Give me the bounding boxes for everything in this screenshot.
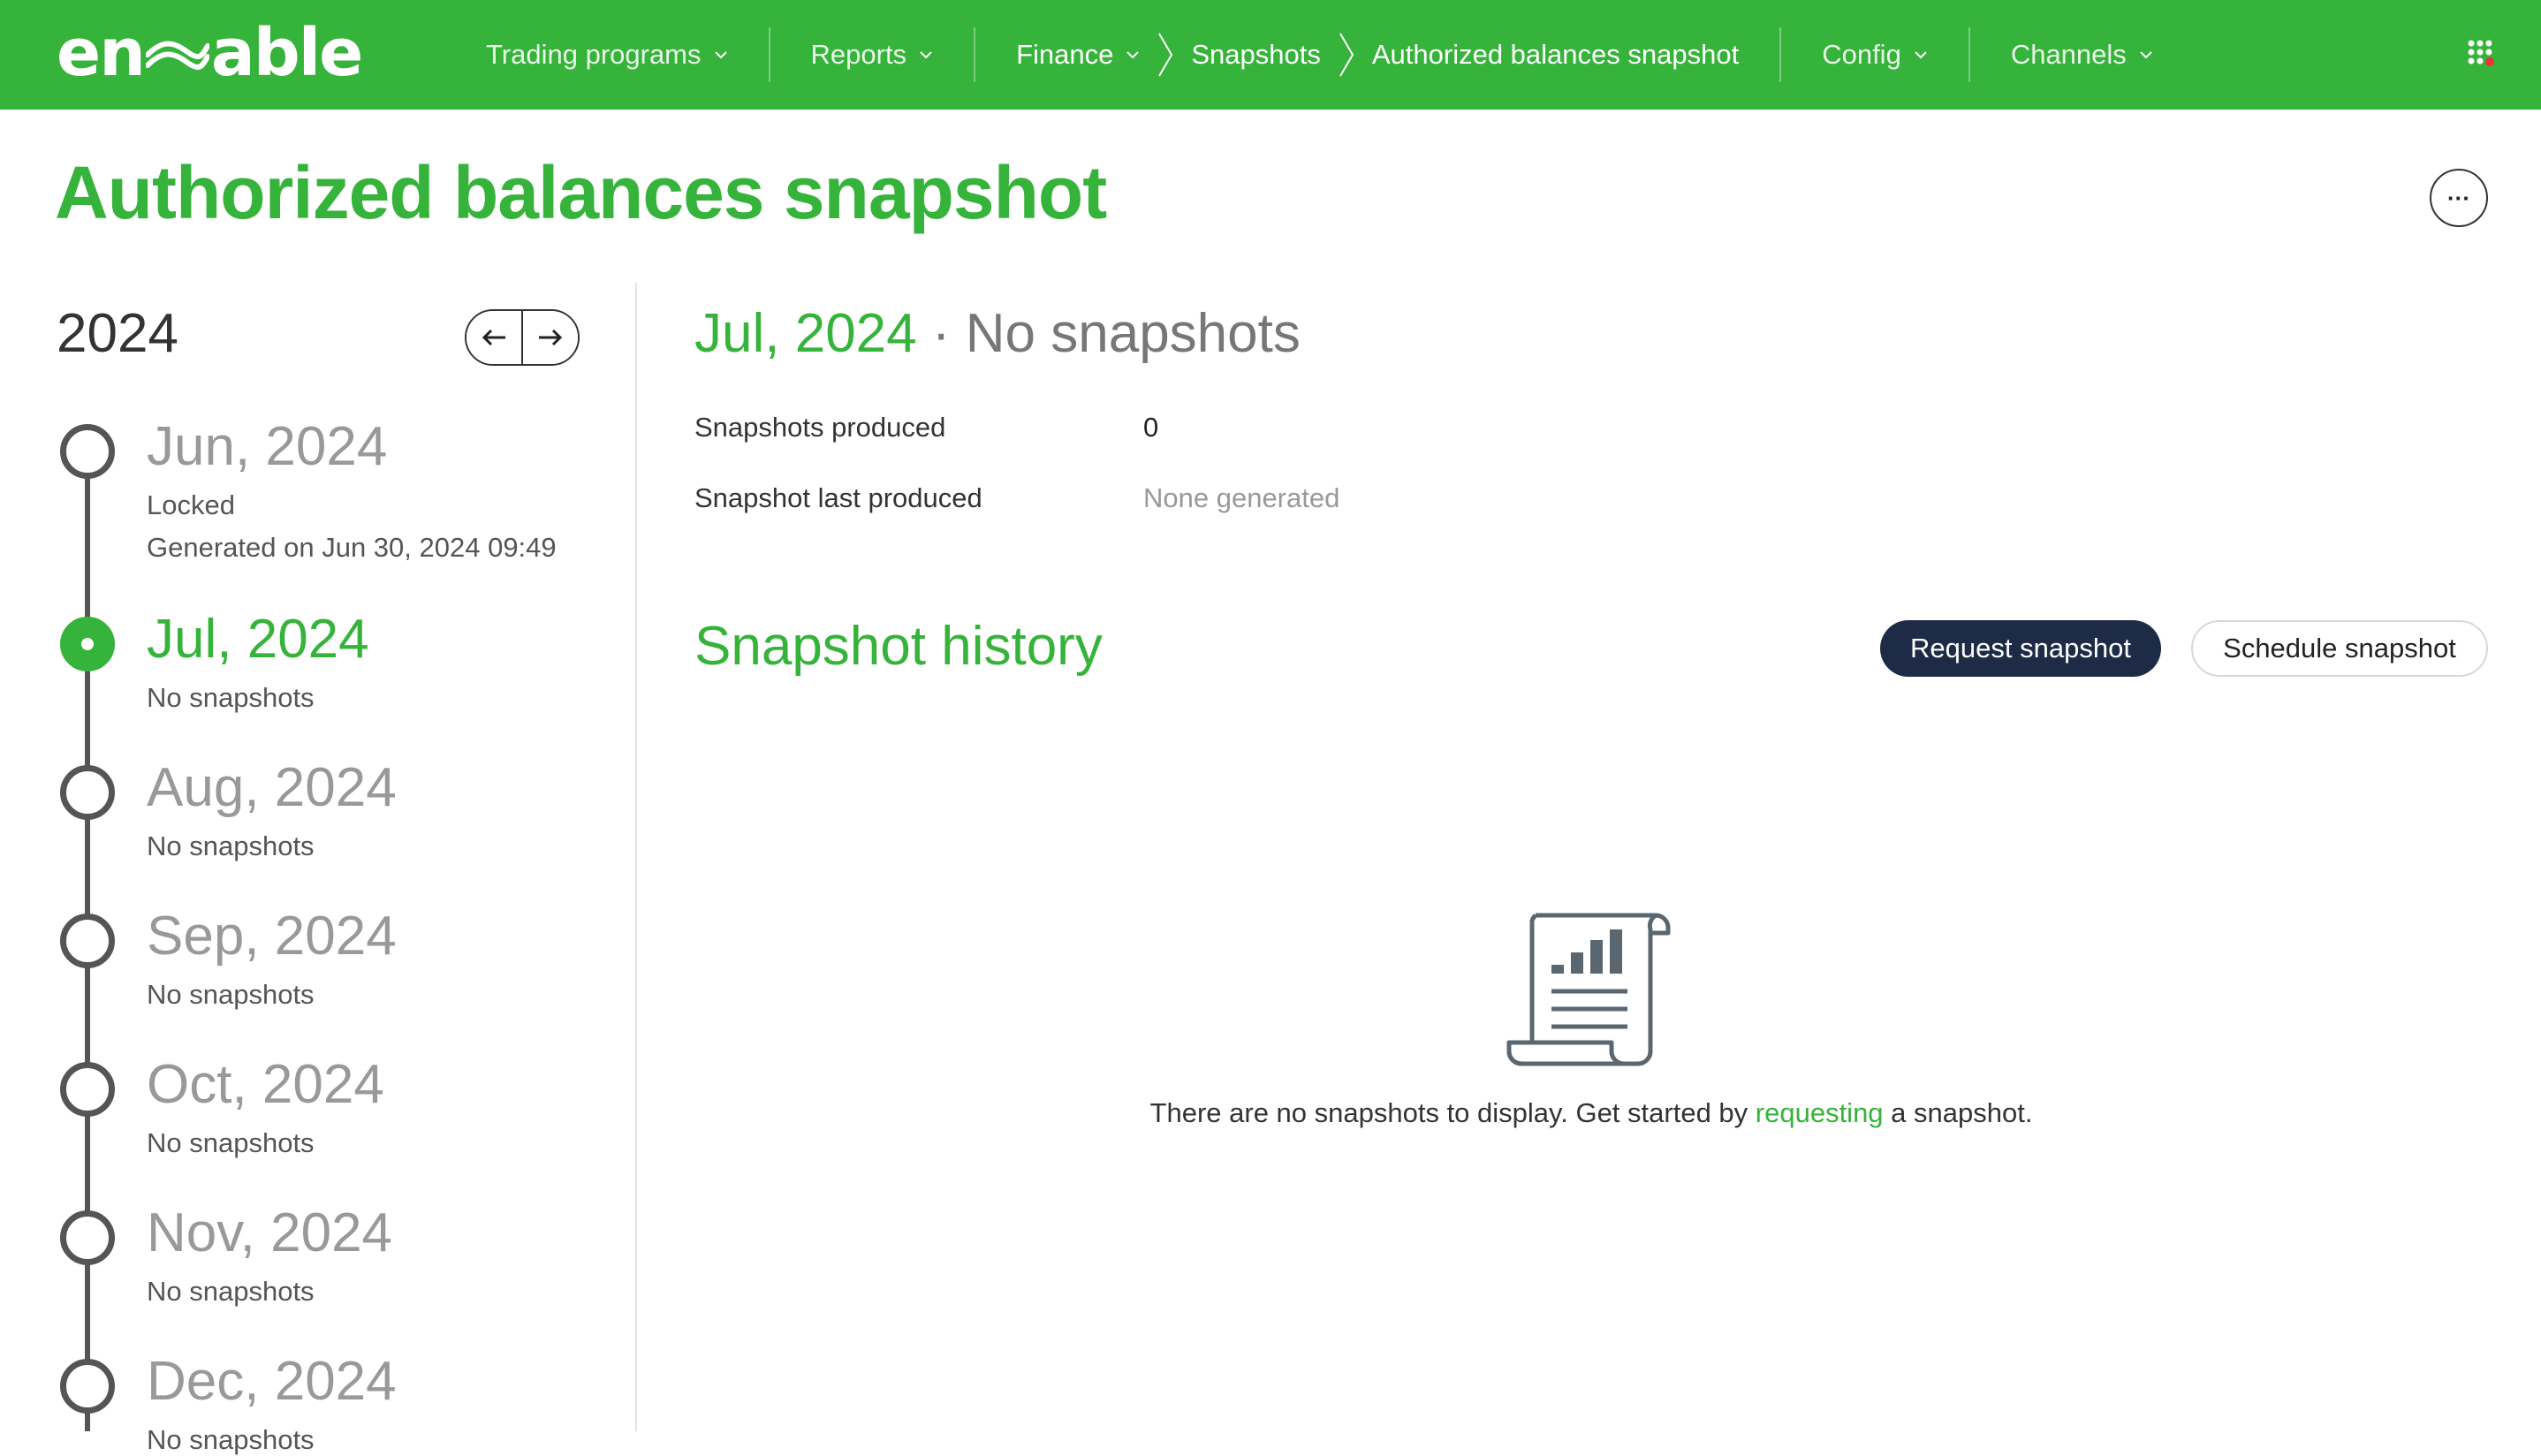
snapshot-history-title: Snapshot history [694, 616, 1103, 677]
empty-state-text-after: a snapshot. [1883, 1097, 2033, 1128]
nav-trading-programs[interactable]: Trading programs [445, 28, 769, 81]
month-status: No snapshots [147, 1127, 315, 1158]
selected-month-state: No snapshots [965, 303, 1301, 364]
breadcrumb-snapshots-label: Snapshots [1191, 39, 1321, 70]
breadcrumb-finance[interactable]: Finance [1016, 39, 1140, 71]
nav-channels[interactable]: Channels [1970, 28, 2194, 81]
selected-month-name: Jul, 2024 [694, 303, 917, 364]
breadcrumb-finance-label: Finance [1016, 39, 1114, 70]
breadcrumb-current-label: Authorized balances snapshot [1371, 39, 1740, 70]
empty-state-message: There are no snapshots to display. Get s… [694, 1097, 2488, 1129]
main-nav: Trading programs Reports Finance Snapsho… [445, 0, 2194, 110]
snapshot-detail-panel: Jul, 2024 · No snapshots Snapshots produ… [694, 283, 2488, 1431]
timeline-dot [60, 1062, 115, 1117]
year-label: 2024 [57, 303, 178, 364]
month-name: Aug, 2024 [147, 757, 397, 818]
chevron-down-icon [1915, 51, 1927, 59]
snapshot-last-produced-label: Snapshot last produced [694, 482, 982, 513]
month-status: No snapshots [147, 830, 315, 861]
month-name: Sep, 2024 [147, 906, 397, 967]
month-timeline-sidebar: 2024 Jun, 2024 Locked Generated on Jun 3… [0, 283, 636, 1455]
snapshots-produced-value: 0 [1143, 412, 1159, 443]
month-generated-date: Generated on Jun 30, 2024 09:49 [147, 532, 557, 563]
breadcrumb-current: Authorized balances snapshot [1372, 39, 1739, 71]
logo-text-left: en [57, 15, 146, 91]
title-separator: · [916, 303, 966, 364]
breadcrumb-separator-icon [1339, 33, 1354, 77]
breadcrumb-separator-icon [1158, 33, 1173, 77]
month-name: Nov, 2024 [147, 1202, 393, 1263]
nav-config-label: Config [1822, 39, 1901, 70]
page-title: Authorized balances snapshot [55, 151, 1107, 234]
chevron-down-icon [1126, 51, 1140, 59]
month-status: No snapshots [147, 979, 315, 1010]
month-status: No snapshots [147, 682, 315, 713]
arrow-right-icon [539, 329, 563, 346]
timeline-dot [60, 914, 115, 968]
arrow-left-icon [482, 329, 505, 346]
more-options-button[interactable]: ··· [2430, 169, 2488, 227]
nav-reports-label: Reports [810, 39, 907, 70]
next-year-button[interactable] [523, 311, 578, 364]
month-status: No snapshots [147, 1424, 315, 1455]
nav-trading-programs-label: Trading programs [486, 39, 702, 70]
timeline-dot-selected [60, 617, 115, 671]
enable-logo[interactable]: en able [57, 15, 363, 91]
empty-state-text-before: There are no snapshots to display. Get s… [1149, 1097, 1756, 1128]
snapshot-last-produced-value: None generated [1143, 482, 1340, 513]
snapshots-produced-label: Snapshots produced [694, 412, 946, 443]
selected-month-title: Jul, 2024 · No snapshots [694, 302, 1301, 365]
nav-config[interactable]: Config [1781, 28, 1968, 81]
nav-reports[interactable]: Reports [770, 28, 975, 81]
chevron-down-icon [714, 51, 727, 59]
previous-year-button[interactable] [466, 311, 521, 364]
chevron-down-icon [920, 51, 932, 59]
timeline-dot [60, 1210, 115, 1265]
report-scroll-icon [1506, 913, 1671, 1066]
chevron-down-icon [2140, 51, 2152, 59]
breadcrumb-snapshots[interactable]: Snapshots [1191, 39, 1321, 71]
month-name: Dec, 2024 [147, 1351, 397, 1412]
top-navbar: en able Trading programs Reports Finance… [0, 0, 2541, 110]
timeline-dot [60, 765, 115, 820]
month-name: Jun, 2024 [147, 416, 388, 477]
schedule-snapshot-button[interactable]: Schedule snapshot [2191, 620, 2488, 677]
timeline-dot [60, 424, 115, 479]
month-name: Oct, 2024 [147, 1054, 384, 1115]
month-status: Locked [147, 489, 235, 520]
year-navigation [465, 309, 580, 366]
request-snapshot-link[interactable]: requesting [1756, 1097, 1884, 1128]
apps-grid-icon[interactable] [2467, 39, 2497, 69]
logo-text-right: able [210, 15, 363, 91]
timeline-dot [60, 1359, 115, 1414]
breadcrumb: Finance Snapshots Authorized balances sn… [975, 28, 1779, 81]
logo-wave-icon [145, 41, 209, 70]
month-name: Jul, 2024 [147, 609, 369, 670]
month-status: No snapshots [147, 1276, 315, 1307]
request-snapshot-button[interactable]: Request snapshot [1880, 620, 2161, 677]
nav-channels-label: Channels [2010, 39, 2127, 70]
